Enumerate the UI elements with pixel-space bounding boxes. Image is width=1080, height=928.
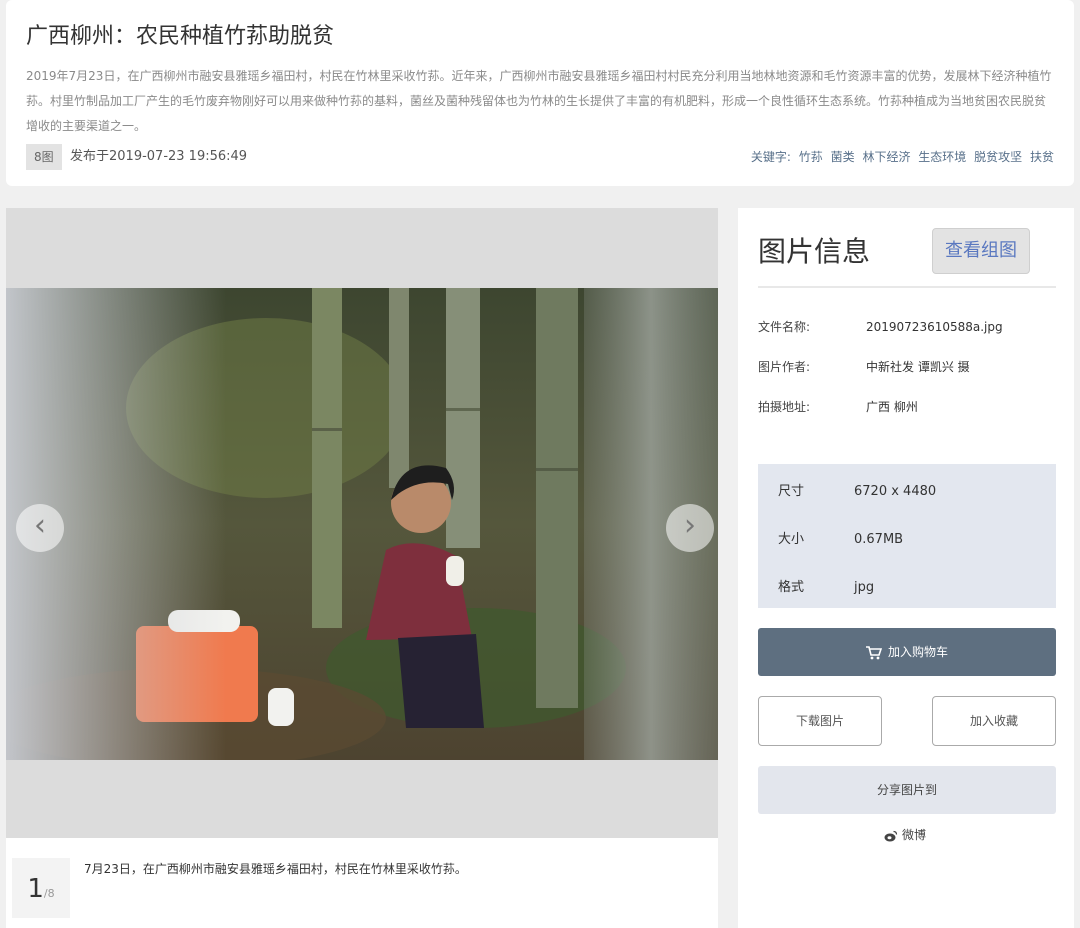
article-header: 广西柳州：农民种植竹荪助脱贫 2019年7月23日，在广西柳州市融安县雅瑶乡福田… xyxy=(6,0,1074,186)
publish-time: 发布于2019-07-23 19:56:49 xyxy=(70,149,248,164)
prev-image-button[interactable]: ‹ xyxy=(16,504,64,552)
page-title: 广西柳州：农民种植竹荪助脱贫 xyxy=(26,24,335,49)
meta-value: 广西 柳州 xyxy=(866,400,918,414)
keyword-link[interactable]: 竹荪 xyxy=(799,150,823,164)
spec-value: 6720 x 4480 xyxy=(854,484,937,499)
article-description: 2019年7月23日，在广西柳州市融安县雅瑶乡福田村，村民在竹林里采收竹荪。近年… xyxy=(26,69,1052,133)
chevron-left-icon: ‹ xyxy=(34,508,46,543)
info-panel: 图片信息 查看组图 文件名称: 20190723610588a.jpg 图片作者:… xyxy=(738,208,1074,928)
add-to-cart-label: 加入购物车 xyxy=(887,645,948,659)
photo-illustration xyxy=(6,288,718,760)
main-photo[interactable] xyxy=(6,288,718,760)
keyword-link[interactable]: 脱贫攻坚 xyxy=(974,150,1022,164)
meta-key: 图片作者: xyxy=(758,360,811,374)
page-counter: 1/8 xyxy=(12,858,70,918)
spec-box: 尺寸 6720 x 4480 大小 0.67MB 格式 jpg xyxy=(758,464,1056,608)
spec-key: 尺寸 xyxy=(778,484,805,499)
image-caption: 7月23日，在广西柳州市融安县雅瑶乡福田村，村民在竹林里采收竹荪。 xyxy=(84,862,467,876)
caption-area: 1/8 7月23日，在广西柳州市融安县雅瑶乡福田村，村民在竹林里采收竹荪。 xyxy=(6,838,718,928)
keywords-list: 关键字: 竹荪 菌类 林下经济 生态环境 脱贫攻坚 扶贫 xyxy=(747,144,1054,170)
cart-icon xyxy=(865,645,883,659)
weibo-icon xyxy=(884,830,898,841)
spec-row-format: 格式 jpg xyxy=(778,576,874,595)
keyword-link[interactable]: 生态环境 xyxy=(918,150,966,164)
divider xyxy=(758,286,1056,288)
weibo-label: 微博 xyxy=(902,828,927,842)
next-image-button[interactable]: › xyxy=(666,504,714,552)
page-current: 1 xyxy=(27,874,44,904)
meta-key: 拍摄地址: xyxy=(758,400,811,414)
spec-row-size: 大小 0.67MB xyxy=(778,528,903,547)
meta-value: 20190723610588a.jpg xyxy=(866,320,1003,334)
add-favorite-button[interactable]: 加入收藏 xyxy=(932,696,1056,746)
spec-row-dimensions: 尺寸 6720 x 4480 xyxy=(778,480,936,499)
keyword-link[interactable]: 林下经济 xyxy=(862,150,910,164)
weibo-share-link[interactable]: 微博 xyxy=(884,826,926,843)
keyword-link[interactable]: 扶贫 xyxy=(1030,150,1054,164)
keyword-link[interactable]: 菌类 xyxy=(831,150,855,164)
page-total: /8 xyxy=(43,887,55,900)
spec-key: 格式 xyxy=(778,580,805,595)
spec-value: 0.67MB xyxy=(854,532,904,547)
spec-key: 大小 xyxy=(778,532,805,547)
add-to-cart-button[interactable]: 加入购物车 xyxy=(758,628,1056,676)
download-button[interactable]: 下载图片 xyxy=(758,696,882,746)
meta-key: 文件名称: xyxy=(758,320,811,334)
chevron-right-icon: › xyxy=(684,508,696,543)
spec-value: jpg xyxy=(854,580,875,595)
info-title: 图片信息 xyxy=(758,235,871,268)
keywords-label: 关键字: xyxy=(750,150,791,164)
meta-value: 中新社发 谭凯兴 摄 xyxy=(866,360,970,374)
image-viewer: ‹ › xyxy=(6,208,718,838)
meta-row-filename: 文件名称: 20190723610588a.jpg xyxy=(758,318,1003,335)
image-count-badge: 8图 xyxy=(26,144,62,170)
share-button[interactable]: 分享图片到 xyxy=(758,766,1056,814)
meta-row-location: 拍摄地址: 广西 柳州 xyxy=(758,398,918,415)
view-group-button[interactable]: 查看组图 xyxy=(932,228,1030,274)
meta-row-author: 图片作者: 中新社发 谭凯兴 摄 xyxy=(758,358,970,375)
